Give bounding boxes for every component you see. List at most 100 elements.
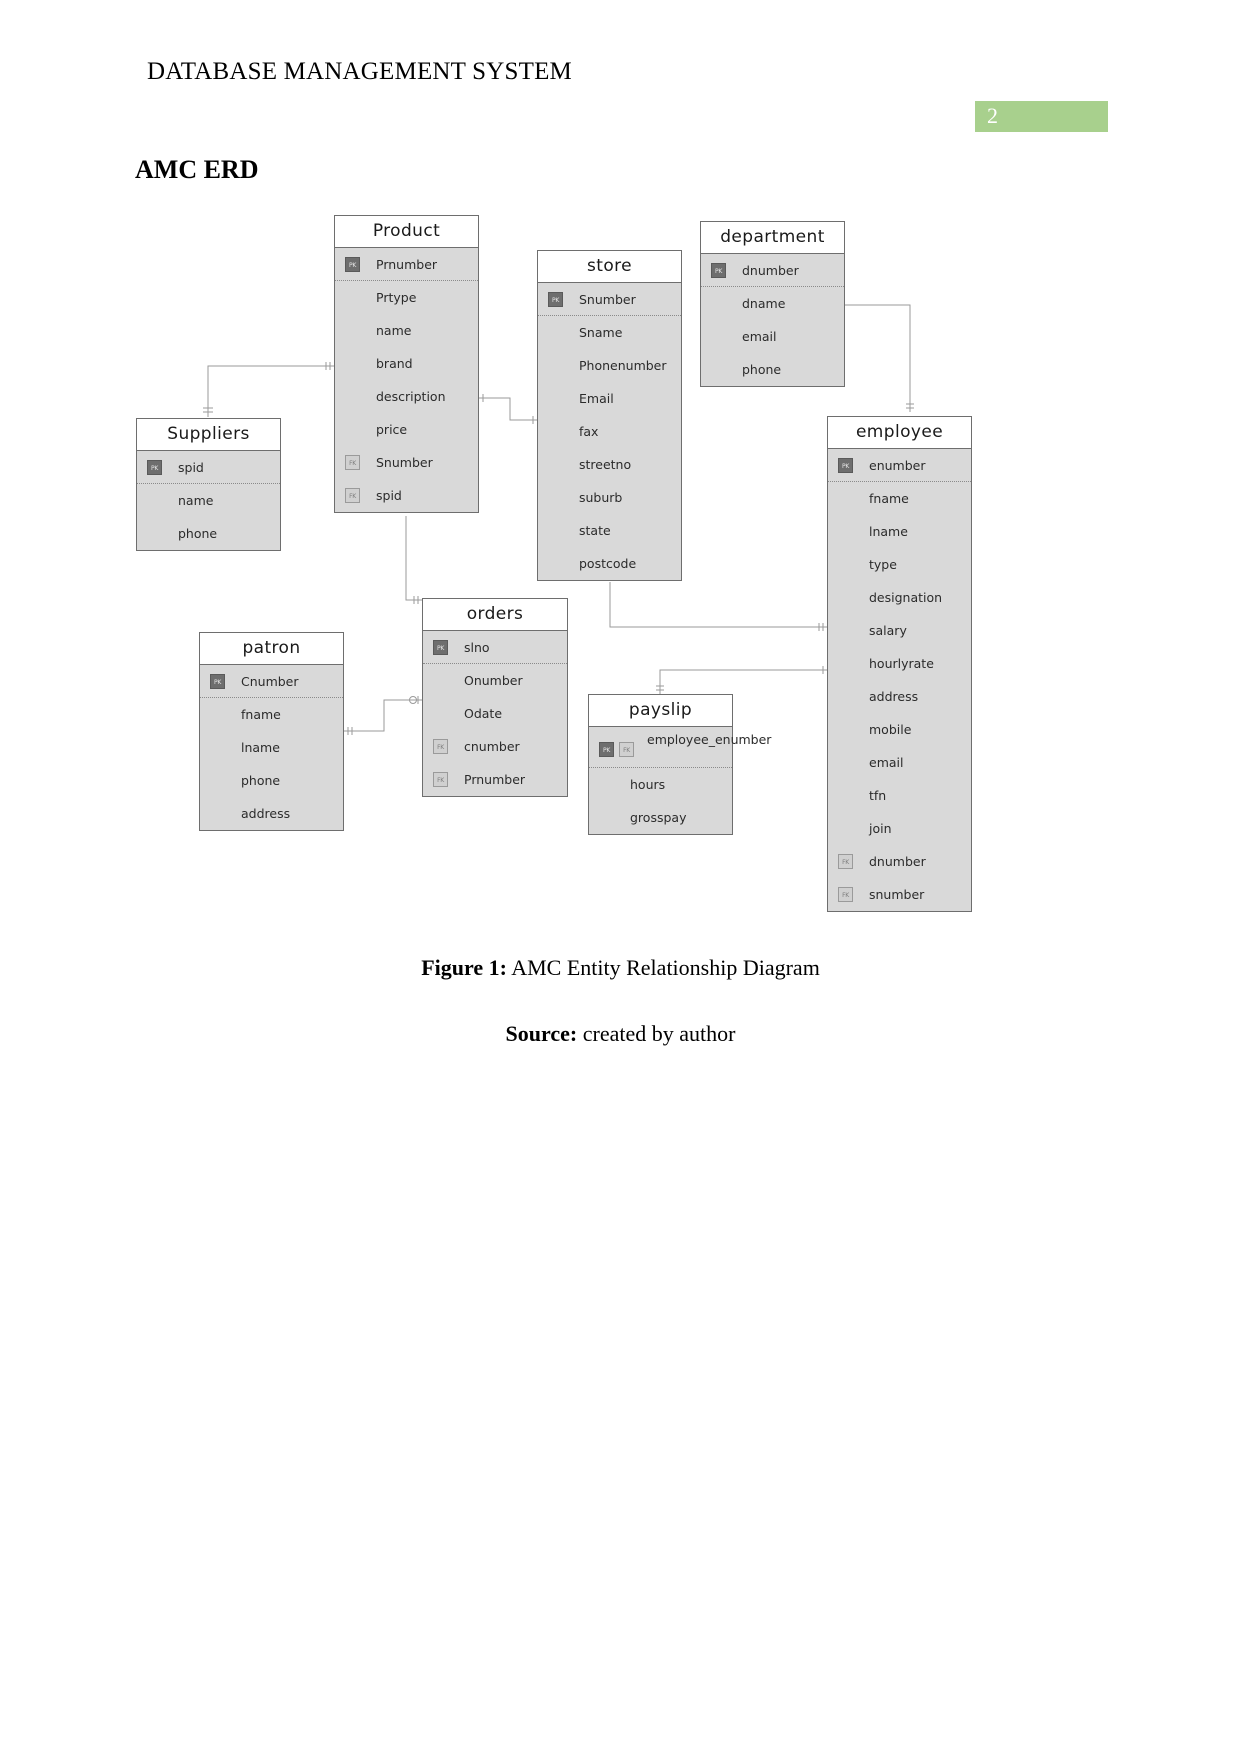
attribute-name: fax — [579, 424, 599, 439]
attribute-name: Snumber — [376, 455, 433, 470]
attribute-row[interactable]: FK Prnumber — [423, 763, 567, 796]
entity-title: patron — [200, 633, 343, 665]
entity-store[interactable]: store PK Snumber Sname Phonenumber Email… — [537, 250, 682, 581]
attribute-name: phone — [241, 773, 281, 788]
entity-department[interactable]: department PK dnumber dname email phone — [700, 221, 845, 387]
attribute-row[interactable]: lname — [828, 515, 971, 548]
entity-title: Product — [335, 216, 478, 248]
attribute-name: cnumber — [464, 739, 520, 754]
attribute-row[interactable]: PK enumber — [828, 449, 971, 482]
attribute-row[interactable]: phone — [701, 353, 844, 386]
entity-suppliers[interactable]: Suppliers PK spid name phone — [136, 418, 281, 551]
fk-icon: FK — [345, 488, 360, 503]
attribute-row[interactable]: FK snumber — [828, 878, 971, 911]
attribute-row[interactable]: PK Cnumber — [200, 665, 343, 698]
attribute-row[interactable]: FK cnumber — [423, 730, 567, 763]
attribute-name: Prtype — [376, 290, 417, 305]
pk-icon: PK — [147, 460, 162, 475]
pk-icon: PK — [711, 263, 726, 278]
entity-attributes: PK FK employee_enumber hours grosspay — [589, 727, 771, 834]
attribute-row[interactable]: streetno — [538, 448, 681, 481]
entity-attributes: PK slno Onumber Odate FK cnumber FK Prnu… — [423, 631, 567, 796]
entity-attributes: PK Cnumber fname lname phone address — [200, 665, 343, 830]
attribute-row[interactable]: tfn — [828, 779, 971, 812]
attribute-row[interactable]: phone — [137, 517, 280, 550]
entity-title: employee — [828, 417, 971, 449]
attribute-row[interactable]: price — [335, 413, 478, 446]
source-caption: Source: created by author — [0, 1021, 1241, 1047]
attribute-row[interactable]: address — [200, 797, 343, 830]
attribute-row[interactable]: state — [538, 514, 681, 547]
attribute-row[interactable]: Sname — [538, 316, 681, 349]
attribute-name: spid — [178, 460, 204, 475]
attribute-row[interactable]: fax — [538, 415, 681, 448]
source-label: Source: — [505, 1021, 578, 1046]
figure-caption: Figure 1: AMC Entity Relationship Diagra… — [0, 955, 1241, 981]
attribute-name: phone — [178, 526, 218, 541]
attribute-name: snumber — [869, 887, 925, 902]
entity-product[interactable]: Product PK Prnumber Prtype name brand de… — [334, 215, 479, 513]
attribute-row[interactable]: FK spid — [335, 479, 478, 512]
attribute-name: tfn — [869, 788, 887, 803]
entity-employee[interactable]: employee PK enumber fname lname type des… — [827, 416, 972, 912]
attribute-row[interactable]: type — [828, 548, 971, 581]
attribute-row[interactable]: address — [828, 680, 971, 713]
attribute-row[interactable]: designation — [828, 581, 971, 614]
attribute-row[interactable]: Onumber — [423, 664, 567, 697]
attribute-name: spid — [376, 488, 402, 503]
attribute-row[interactable]: description — [335, 380, 478, 413]
connector-product-store — [479, 397, 537, 421]
attribute-row[interactable]: Prtype — [335, 281, 478, 314]
attribute-name: mobile — [869, 722, 912, 737]
attribute-row[interactable]: name — [335, 314, 478, 347]
fk-icon: FK — [433, 772, 448, 787]
attribute-row[interactable]: mobile — [828, 713, 971, 746]
attribute-name: join — [869, 821, 892, 836]
attribute-name: Phonenumber — [579, 358, 667, 373]
connector-product-orders — [405, 516, 422, 601]
entity-orders[interactable]: orders PK slno Onumber Odate FK cnumber … — [422, 598, 568, 797]
attribute-row[interactable]: lname — [200, 731, 343, 764]
attribute-row[interactable]: join — [828, 812, 971, 845]
attribute-row[interactable]: email — [828, 746, 971, 779]
attribute-row[interactable]: hours — [589, 768, 732, 801]
entity-title: payslip — [589, 695, 732, 727]
attribute-row[interactable]: postcode — [538, 547, 681, 580]
attribute-row[interactable]: Phonenumber — [538, 349, 681, 382]
figure-text: AMC Entity Relationship Diagram — [506, 955, 820, 980]
attribute-row[interactable]: PK slno — [423, 631, 567, 664]
attribute-name: address — [869, 689, 919, 704]
attribute-row[interactable]: email — [701, 320, 844, 353]
attribute-row[interactable]: fname — [200, 698, 343, 731]
attribute-row[interactable]: brand — [335, 347, 478, 380]
attribute-row[interactable]: dname — [701, 287, 844, 320]
attribute-name: Cnumber — [241, 674, 299, 689]
attribute-row[interactable]: name — [137, 484, 280, 517]
attribute-name: phone — [742, 362, 782, 377]
attribute-row[interactable]: hourlyrate — [828, 647, 971, 680]
attribute-name: enumber — [869, 458, 926, 473]
fk-icon: FK — [345, 455, 360, 470]
attribute-name: Prnumber — [464, 772, 526, 787]
attribute-row[interactable]: FK dnumber — [828, 845, 971, 878]
attribute-row[interactable]: Email — [538, 382, 681, 415]
attribute-row[interactable]: PK Snumber — [538, 283, 681, 316]
attribute-row[interactable]: salary — [828, 614, 971, 647]
attribute-row[interactable]: suburb — [538, 481, 681, 514]
attribute-name: lname — [869, 524, 908, 539]
attribute-row[interactable]: fname — [828, 482, 971, 515]
entity-title: orders — [423, 599, 567, 631]
attribute-row[interactable]: Odate — [423, 697, 567, 730]
attribute-row[interactable]: grosspay — [589, 801, 732, 834]
attribute-name: designation — [869, 590, 943, 605]
attribute-row[interactable]: FK Snumber — [335, 446, 478, 479]
attribute-row[interactable]: PK FK employee_enumber — [589, 727, 771, 768]
entity-patron[interactable]: patron PK Cnumber fname lname phone addr… — [199, 632, 344, 831]
attribute-row[interactable]: PK spid — [137, 451, 280, 484]
attribute-row[interactable]: PK Prnumber — [335, 248, 478, 281]
attribute-row[interactable]: PK dnumber — [701, 254, 844, 287]
attribute-row[interactable]: phone — [200, 764, 343, 797]
attribute-name: dname — [742, 296, 786, 311]
entity-payslip[interactable]: payslip PK FK employee_enumber hours gro… — [588, 694, 771, 835]
attribute-name: dnumber — [869, 854, 926, 869]
